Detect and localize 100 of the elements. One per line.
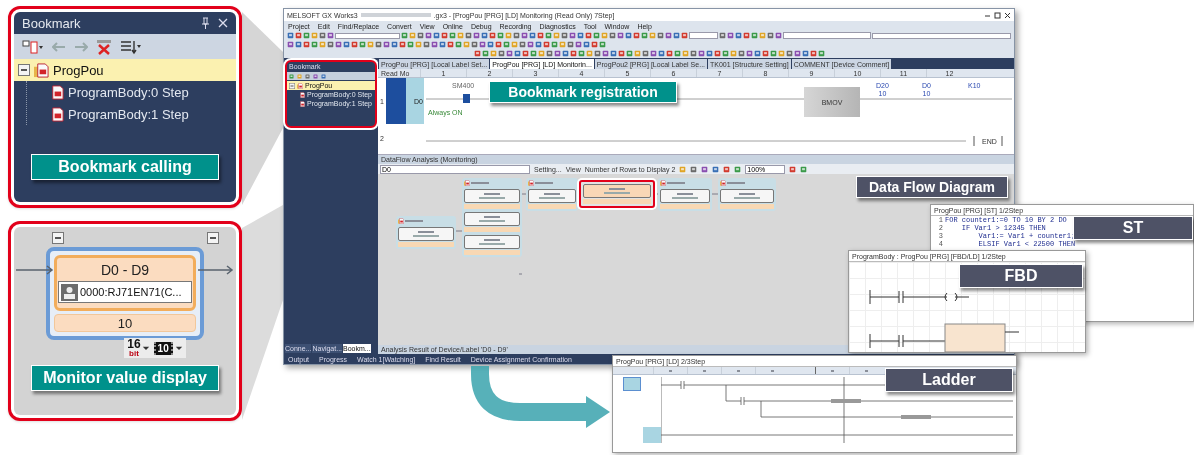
toolbar-icon[interactable] <box>584 32 592 39</box>
toolbar-icon[interactable] <box>527 41 534 48</box>
toolbar-icon[interactable] <box>714 50 721 57</box>
toolbar-icon[interactable] <box>535 41 542 48</box>
zoom-field[interactable] <box>688 32 719 39</box>
toolbar-icon[interactable] <box>786 50 793 57</box>
toolbar-icon[interactable] <box>546 50 553 57</box>
toolbar-icon[interactable] <box>562 50 569 57</box>
toolbar-icon[interactable] <box>512 32 520 39</box>
toolbar-icon[interactable] <box>650 50 657 57</box>
toolbar-icon[interactable] <box>289 73 294 79</box>
toolbar-icon[interactable] <box>431 41 438 48</box>
data-node[interactable] <box>464 212 520 226</box>
toolbar-icon[interactable] <box>391 41 398 48</box>
toolbar-icon[interactable] <box>464 32 472 39</box>
toolbar-icon[interactable] <box>495 41 502 48</box>
data-node[interactable] <box>398 227 454 241</box>
collapse-icon[interactable] <box>18 64 30 76</box>
toolbar-icon[interactable] <box>727 32 735 39</box>
toolbar-icon[interactable] <box>594 50 601 57</box>
display-size-selector[interactable]: 16 bit <box>127 338 150 358</box>
toolbar-icon[interactable] <box>626 50 633 57</box>
toolbar-icon[interactable] <box>618 50 625 57</box>
collapse-icon[interactable] <box>52 232 64 244</box>
tree-item[interactable]: ProgramBody:0 Step <box>45 81 236 103</box>
toolbar-icon[interactable] <box>506 50 513 57</box>
toolbar-icon[interactable] <box>591 41 598 48</box>
toolbar-icon[interactable] <box>743 32 751 39</box>
toolbar-icon[interactable] <box>313 73 318 79</box>
toolbar-icon[interactable] <box>735 32 743 39</box>
toolbar-icon[interactable] <box>519 41 526 48</box>
toolbar-icon[interactable] <box>447 41 454 48</box>
toolbar-icon[interactable] <box>295 32 302 39</box>
toolbar-icon[interactable] <box>303 32 310 39</box>
toolbar-icon[interactable] <box>746 50 753 57</box>
combo-field[interactable] <box>872 32 1011 39</box>
data-node[interactable] <box>660 189 710 203</box>
toolbar-icon[interactable] <box>767 32 775 39</box>
toolbar-icon[interactable] <box>658 50 665 57</box>
toolbar-icon[interactable] <box>680 32 688 39</box>
toolbar-icon[interactable] <box>482 50 489 57</box>
combo-field[interactable] <box>335 32 400 39</box>
toolbar-icon[interactable] <box>472 32 480 39</box>
toolbar-icon[interactable] <box>632 32 640 39</box>
delete-icon[interactable] <box>96 38 112 55</box>
toolbar-icon[interactable] <box>616 32 624 39</box>
toolbar-icon[interactable] <box>690 50 697 57</box>
toolbar-icon[interactable] <box>544 32 552 39</box>
toolbar-icon[interactable] <box>530 50 537 57</box>
toolbar-icon[interactable] <box>471 41 478 48</box>
toolbar-icon[interactable] <box>311 41 318 48</box>
toolbar-icon[interactable] <box>723 165 731 173</box>
toolbar-icon[interactable] <box>319 32 326 39</box>
toolbar-icon[interactable] <box>536 32 544 39</box>
toolbar-icon[interactable] <box>343 41 350 48</box>
toolbar-icon[interactable] <box>407 41 414 48</box>
toolbar-icon[interactable] <box>706 50 713 57</box>
toolbar-icon[interactable] <box>800 165 808 173</box>
toolbar-icon[interactable] <box>303 41 310 48</box>
toolbar-icon[interactable] <box>439 41 446 48</box>
close-icon[interactable] <box>1004 11 1011 19</box>
toolbar-icon[interactable] <box>666 50 673 57</box>
toolbar-icon[interactable] <box>424 32 432 39</box>
toolbar-icon[interactable] <box>754 50 761 57</box>
toolbar-icon[interactable] <box>488 32 496 39</box>
maximize-icon[interactable] <box>994 11 1001 19</box>
toolbar-icon[interactable] <box>575 41 582 48</box>
toolbar-icon[interactable] <box>423 41 430 48</box>
toolbar-icon[interactable] <box>712 165 720 173</box>
toolbar-icon[interactable] <box>738 50 745 57</box>
toolbar-icon[interactable] <box>610 50 617 57</box>
sort-icon[interactable] <box>120 38 142 55</box>
toolbar-icon[interactable] <box>327 32 334 39</box>
toolbar-icon[interactable] <box>287 32 294 39</box>
toolbar-icon[interactable] <box>624 32 632 39</box>
toolbar-icon[interactable] <box>656 32 664 39</box>
toolbar-icon[interactable] <box>751 32 759 39</box>
data-node[interactable] <box>464 189 520 203</box>
toolbar-icon[interactable] <box>487 41 494 48</box>
toolbar-icon[interactable] <box>522 50 529 57</box>
toolbar-icon[interactable] <box>335 41 342 48</box>
toolbar-icon[interactable] <box>602 50 609 57</box>
toolbar-icon[interactable] <box>305 73 310 79</box>
toolbar-icon[interactable] <box>514 50 521 57</box>
toolbar-icon[interactable] <box>474 50 481 57</box>
toolbar-icon[interactable] <box>599 41 606 48</box>
toolbar-icon[interactable] <box>480 32 488 39</box>
toolbar-icon[interactable] <box>351 41 358 48</box>
toolbar-icon[interactable] <box>734 165 742 173</box>
toolbar-icon[interactable] <box>775 32 783 39</box>
pin-icon[interactable] <box>201 17 210 29</box>
toolbar-icon[interactable] <box>543 41 550 48</box>
collapse-icon[interactable] <box>207 232 219 244</box>
toolbar-icon[interactable] <box>479 41 486 48</box>
module-field[interactable]: 0000:RJ71EN71(C... <box>58 281 192 303</box>
toolbar-icon[interactable] <box>551 41 558 48</box>
toolbar-icon[interactable] <box>576 32 584 39</box>
toolbar-icon[interactable] <box>375 41 382 48</box>
scan-time-field[interactable] <box>783 32 872 39</box>
toolbar-icon[interactable] <box>583 41 590 48</box>
